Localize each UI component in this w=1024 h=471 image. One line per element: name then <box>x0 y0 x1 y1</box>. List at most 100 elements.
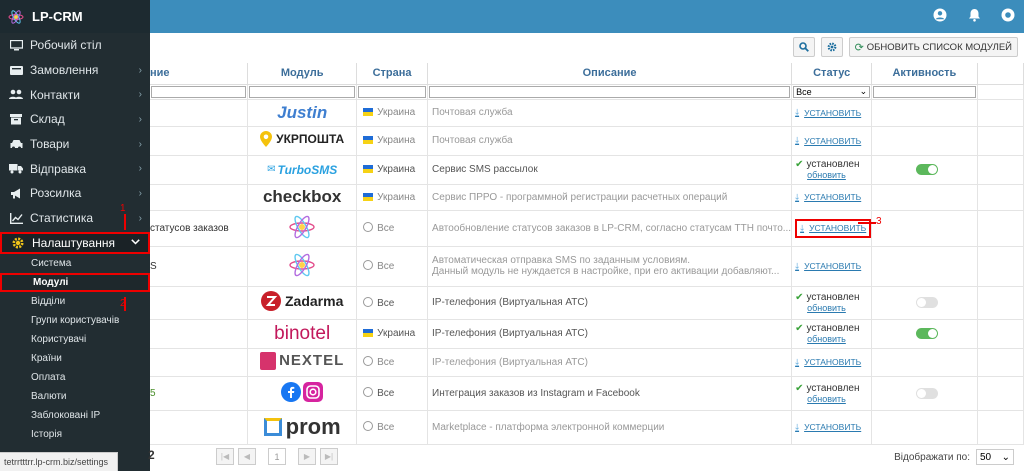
sidebar-subitem-modules[interactable]: Модулі <box>0 272 150 292</box>
settings-button[interactable] <box>820 37 843 57</box>
sidebar-item-products[interactable]: Товари › <box>0 132 150 157</box>
sidebar-subitem-currencies[interactable]: Валюти <box>0 387 150 406</box>
refresh-modules-button[interactable]: ⟳ ОБНОВИТЬ СПИСОК МОДУЛЕЙ <box>848 37 1018 57</box>
users-icon <box>8 89 24 100</box>
sidebar-item-settings[interactable]: Налаштування <box>0 231 150 254</box>
column-header-description[interactable]: Описание <box>427 63 793 85</box>
table-row: checkbox Украина Сервис ПРРО - программной… <box>150 183 1024 211</box>
sidebar-subitem-payment[interactable]: Оплата <box>0 368 150 387</box>
binotel-logo: binotel <box>274 322 331 344</box>
install-link[interactable]: ⤓ УСТАНОВИТЬ <box>795 422 861 433</box>
module-logo-cell: Justin <box>247 98 358 127</box>
download-icon: ⤓ <box>795 356 800 367</box>
column-header-country[interactable]: Страна <box>356 63 429 85</box>
activity-cell <box>871 409 978 445</box>
sidebar-item-shipping[interactable]: Відправка › <box>0 156 150 181</box>
country-filter-input[interactable] <box>358 85 427 98</box>
install-link[interactable]: ⤓ УСТАНОВИТЬ <box>795 135 861 146</box>
search-icon <box>798 42 809 52</box>
bell-icon[interactable] <box>966 7 982 23</box>
filter-row: Все ⌄ <box>150 83 1024 100</box>
sidebar-subitem-countries[interactable]: Країни <box>0 349 150 368</box>
sidebar-item-mailing[interactable]: Розсилка › <box>0 181 150 206</box>
last-page-button[interactable]: ▶| <box>320 448 338 465</box>
sidebar-subitem-user-groups[interactable]: Групи користувачів <box>0 311 150 330</box>
install-link[interactable]: ⤓ УСТАНОВИТЬ <box>795 357 861 368</box>
sidebar-item-contacts[interactable]: Контакти › <box>0 82 150 107</box>
per-page-select[interactable]: 50 ⌄ <box>976 449 1014 465</box>
column-header-activity[interactable]: Активность <box>871 63 978 85</box>
justin-logo: Justin <box>277 102 328 122</box>
sidebar-subitem-departments[interactable]: Відділи <box>0 292 150 311</box>
install-link[interactable]: ⤓ УСТАНОВИТЬ <box>795 261 861 272</box>
sidebar-subitem-users[interactable]: Користувачі <box>0 330 150 349</box>
country-cell: Украина <box>356 318 429 349</box>
zadarma-logo: Zadarma <box>261 291 343 311</box>
modules-table: ние Модуль Страна Описание Статус Активн… <box>150 63 1024 445</box>
update-link[interactable]: обновить <box>795 170 871 180</box>
activity-toggle[interactable] <box>916 328 939 339</box>
chevron-right-icon: › <box>138 187 142 199</box>
description-cell: Автообновление статусов заказов в LP-CRM… <box>427 209 793 247</box>
module-logo-cell: binotel <box>247 318 358 349</box>
install-link[interactable]: ⤓ УСТАНОВИТЬ <box>795 107 861 118</box>
install-link[interactable]: ⤓ УСТАНОВИТЬ <box>800 223 866 234</box>
activity-toggle[interactable] <box>916 297 939 308</box>
extra-cell <box>976 375 1024 411</box>
status-cell: ⤓ УСТАНОВИТЬ <box>791 98 873 127</box>
chevron-down-icon: ⌄ <box>859 86 868 96</box>
activity-toggle[interactable] <box>916 164 939 175</box>
status-filter-select[interactable]: Все ⌄ <box>793 85 871 98</box>
module-logo-cell: checkbox <box>247 183 358 211</box>
first-page-button[interactable]: |◀ <box>216 448 234 465</box>
update-link[interactable]: обновить <box>795 394 871 404</box>
module-filter-input[interactable] <box>249 85 356 98</box>
support-icon[interactable] <box>1000 7 1016 23</box>
install-link[interactable]: ⤓ УСТАНОВИТЬ <box>795 192 861 203</box>
main-content: ⟳ ОБНОВИТЬ СПИСОК МОДУЛЕЙ ние Модуль Стр… <box>148 33 1024 471</box>
next-page-button[interactable]: ▶ <box>298 448 316 465</box>
column-header-name[interactable]: ние <box>150 63 249 85</box>
status-cell: ⤓ УСТАНОВИТЬ <box>791 409 873 445</box>
sidebar-item-statistics[interactable]: Статистика › <box>0 206 150 231</box>
description-cell: Почтовая служба <box>427 125 793 156</box>
car-icon <box>8 139 24 150</box>
sidebar-subitem-blocked-ip[interactable]: Заблоковані IP <box>0 406 150 425</box>
column-header-module[interactable]: Модуль <box>247 63 358 85</box>
sidebar-subitem-system[interactable]: Система <box>0 254 150 273</box>
user-icon[interactable] <box>932 7 948 23</box>
update-link[interactable]: обновить <box>795 303 871 313</box>
sidebar-item-label: Розсилка <box>30 186 82 201</box>
facebook-icon <box>281 381 302 402</box>
table-row: NEXTEL Все IP-телефония (Виртуальная АТС) ⤓… <box>150 347 1024 377</box>
description-filter-input[interactable] <box>429 85 791 98</box>
sidebar-item-dashboard[interactable]: Робочий стіл <box>0 33 150 58</box>
activity-filter-input[interactable] <box>873 85 976 98</box>
sidebar-item-warehouse[interactable]: Склад › <box>0 107 150 132</box>
activity-toggle[interactable] <box>916 387 939 399</box>
top-icons <box>932 7 1016 23</box>
table-row: УКРПОШТА Украина Почтовая служба ⤓ УСТАНОВИТ… <box>150 125 1024 156</box>
search-button[interactable] <box>792 37 815 57</box>
cart-icon <box>8 65 24 76</box>
sidebar-item-orders[interactable]: Замовлення › <box>0 58 150 83</box>
desktop-icon <box>8 39 24 51</box>
download-icon: ⤓ <box>795 260 800 271</box>
country-cell: Все <box>356 285 429 320</box>
prev-page-button[interactable]: ◀ <box>238 448 256 465</box>
update-link[interactable]: обновить <box>795 334 871 344</box>
column-header-status[interactable]: Статус <box>791 63 873 85</box>
sidebar-subitem-history[interactable]: Історія <box>0 425 150 444</box>
sidebar-item-label: Товари <box>30 137 70 152</box>
globe-icon <box>363 356 374 366</box>
brand[interactable]: LP-CRM <box>0 0 150 33</box>
country-cell: Украина <box>356 183 429 211</box>
name-filter-input[interactable] <box>151 85 247 98</box>
facebook-instagram-logo <box>281 381 324 402</box>
module-name-cell <box>150 125 249 156</box>
current-page-input[interactable]: 1 <box>268 448 286 465</box>
chevron-right-icon: › <box>138 212 142 224</box>
module-logo-cell: prom <box>247 409 358 445</box>
gear-icon <box>10 237 26 249</box>
country-cell: Украина <box>356 98 429 127</box>
